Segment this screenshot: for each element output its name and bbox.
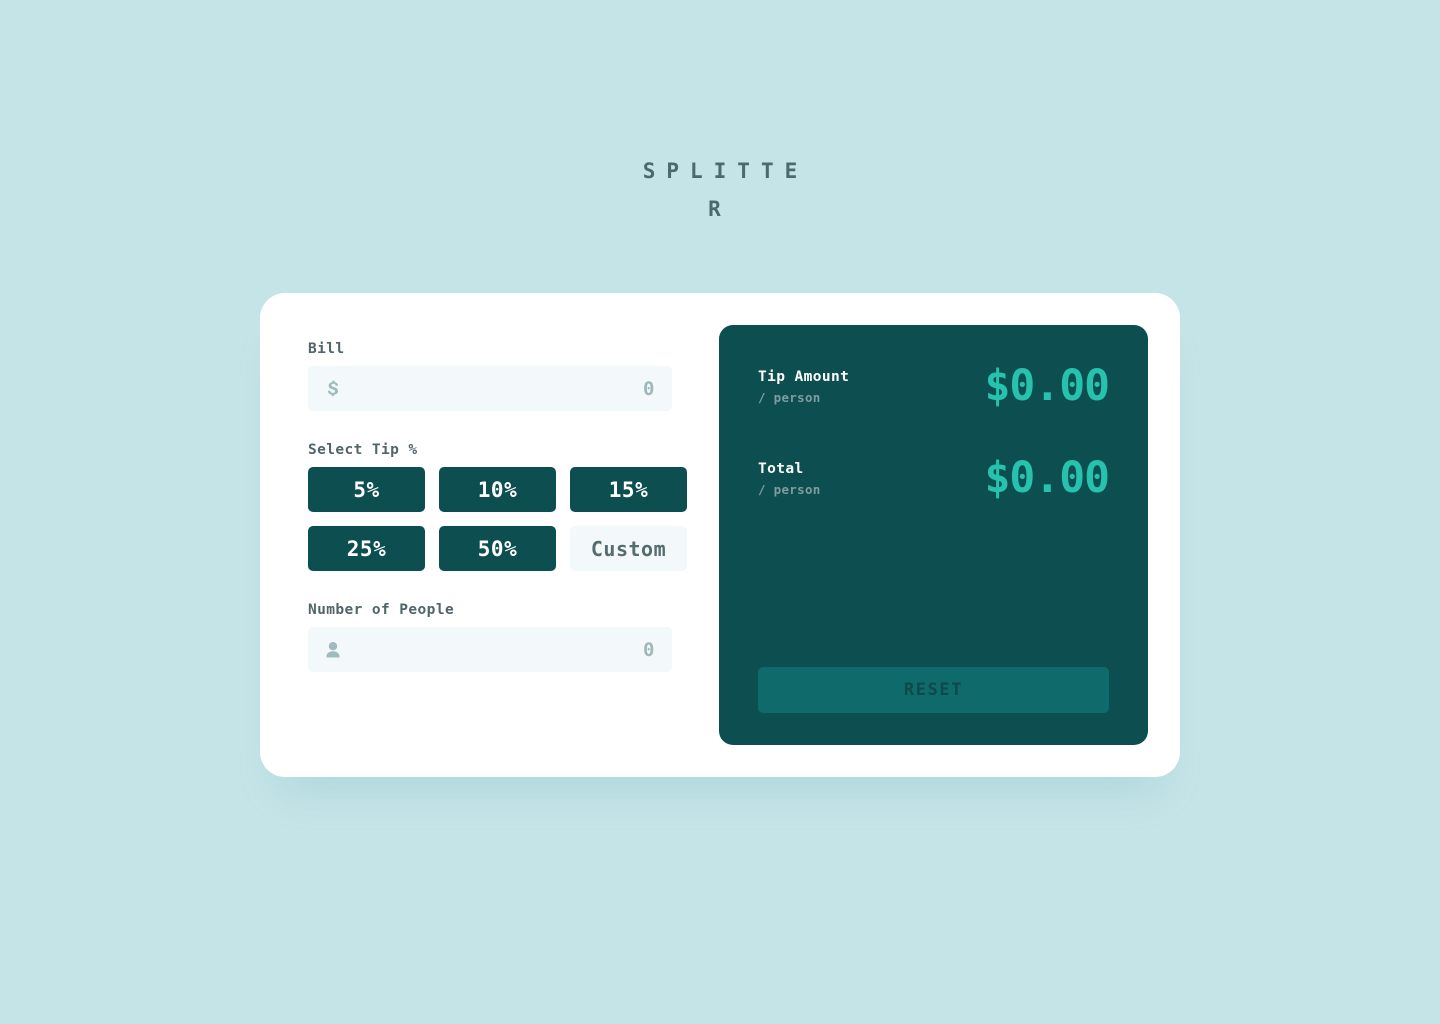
- bill-label: Bill: [308, 341, 345, 357]
- people-value: 0: [643, 638, 655, 661]
- tip-option-5[interactable]: 5%: [308, 467, 425, 512]
- tip-option-10[interactable]: 10%: [439, 467, 556, 512]
- page-title: SPLITTER: [642, 159, 809, 221]
- tip-amount-value: $0.00: [984, 361, 1110, 411]
- bill-value: 0: [643, 377, 655, 400]
- tip-label: Select Tip %: [308, 442, 418, 458]
- people-label: Number of People: [308, 602, 455, 618]
- tip-amount-labels: Tip Amount / person: [758, 369, 849, 405]
- total-subtitle: / person: [758, 481, 821, 497]
- tip-option-15[interactable]: 15%: [570, 467, 687, 512]
- tip-calculator-card: Bill 0 Select Tip % 5% 10% 15% 25% 50% C…: [260, 293, 1180, 777]
- dollar-icon: [325, 379, 341, 399]
- total-title: Total: [758, 460, 804, 477]
- people-input[interactable]: 0: [308, 627, 672, 672]
- tip-amount-subtitle: / person: [758, 389, 821, 405]
- results-panel: Tip Amount / person $0.00 Total / person…: [719, 325, 1148, 745]
- bill-input[interactable]: 0: [308, 366, 672, 411]
- tip-option-25[interactable]: 25%: [308, 526, 425, 571]
- tip-options-grid: 5% 10% 15% 25% 50% Custom: [308, 467, 687, 571]
- total-row: Total / person $0.00: [758, 453, 1110, 503]
- calculator-inputs: Bill 0 Select Tip % 5% 10% 15% 25% 50% C…: [292, 325, 687, 745]
- total-value: $0.00: [984, 453, 1110, 503]
- person-icon: [325, 640, 341, 660]
- total-labels: Total / person: [758, 461, 821, 497]
- tip-amount-title: Tip Amount: [758, 368, 850, 385]
- tip-option-custom[interactable]: Custom: [570, 526, 687, 571]
- tip-option-50[interactable]: 50%: [439, 526, 556, 571]
- tip-amount-row: Tip Amount / person $0.00: [758, 361, 1110, 411]
- reset-button[interactable]: RESET: [758, 667, 1109, 713]
